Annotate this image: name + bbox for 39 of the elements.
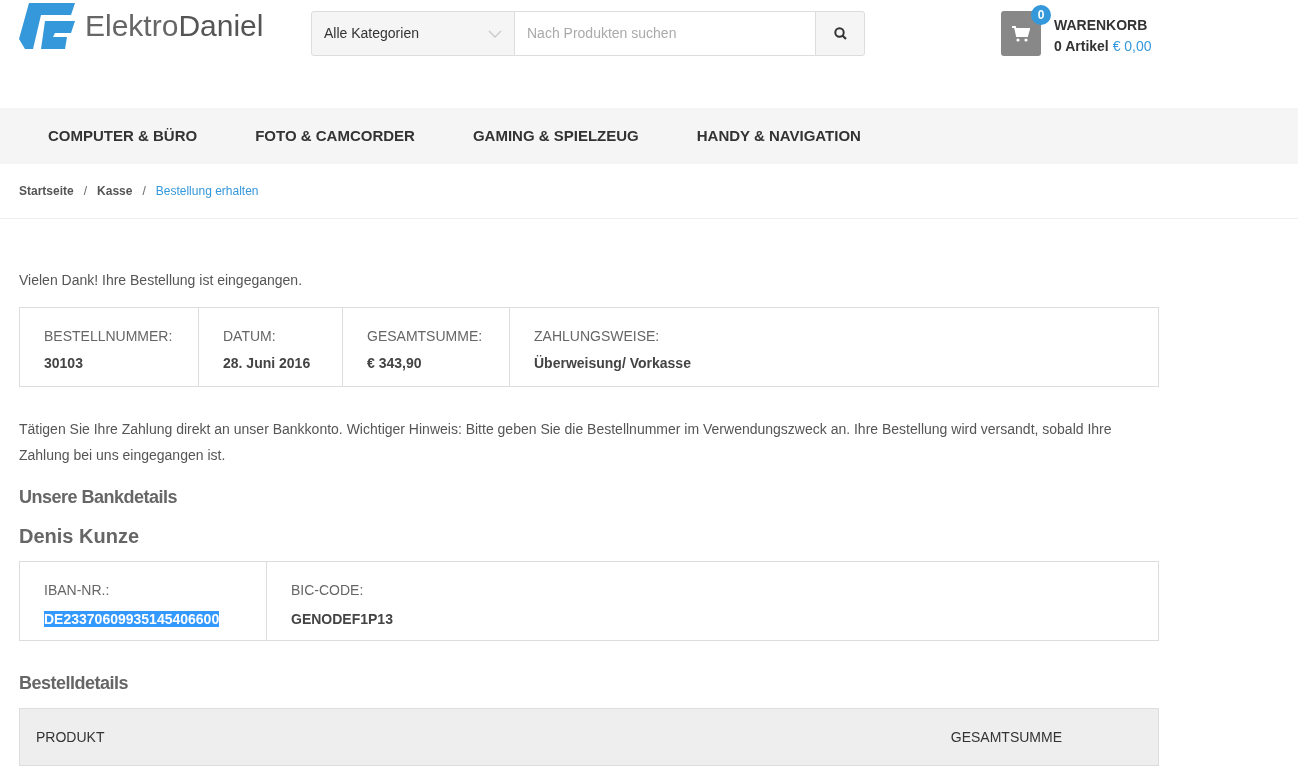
search-button[interactable] — [815, 11, 865, 56]
search-field[interactable]: Nach Produkten suchen — [515, 11, 815, 56]
cart-count-badge: 0 — [1031, 5, 1051, 25]
field-value: DE23370609935145406600 — [44, 611, 220, 627]
nav-link[interactable]: FOTO & CAMCORDER — [255, 124, 415, 148]
section-heading: Unsere Bankdetails — [19, 486, 179, 509]
field-value: Überweisung/ Vorkasse — [534, 354, 692, 373]
breadcrumb-separator: / — [83, 183, 88, 200]
field-value: 30103 — [44, 354, 84, 373]
cart-icon — [1012, 25, 1030, 42]
section-heading: Bestelldetails — [19, 672, 130, 695]
category-dropdown[interactable]: Alle Kategorien — [311, 11, 515, 56]
thanks-message: Vielen Dank! Ihre Bestellung ist eingegangen. — [19, 271, 304, 290]
field-value: GENODEF1P13 — [291, 611, 393, 627]
search-icon — [833, 27, 847, 40]
column-header: GESAMTSUMME — [950, 727, 1062, 747]
nav-link[interactable]: HANDY & NAVIGATION — [696, 124, 861, 148]
breadcrumb-separator: / — [142, 183, 146, 200]
breadcrumb-link[interactable]: Startseite — [19, 182, 74, 200]
payment-note: Tätigen Sie Ihre Zahlung direkt an unser Bankkonto. Wichtiger Hinweis: Bitte geben Sie die Bestellnummer im Verwendungszweck an. Ihre Bestellung wird versandt, sobald Ihre Zahlung bei uns eingegangen ist. — [19, 420, 1113, 465]
field-label: DATUM: — [223, 327, 277, 346]
cart-total: € 0,00 — [1112, 38, 1152, 54]
field-value: € 343,90 — [367, 354, 423, 373]
field-label: ZAHLUNGSWEISE: — [534, 327, 661, 346]
nav-link[interactable]: COMPUTER & BÜRO — [48, 124, 198, 148]
column-header: PRODUKT — [36, 727, 105, 747]
breadcrumb-link[interactable]: Kasse — [97, 182, 133, 200]
field-value: 28. Juni 2016 — [223, 354, 312, 373]
cart-title[interactable]: WARENKORB — [1054, 15, 1152, 36]
field-label: BIC-CODE: — [291, 581, 365, 600]
field-label: GESAMTSUMME: — [367, 327, 484, 346]
field-label: IBAN-NR.: — [44, 581, 111, 600]
nav-link[interactable]: GAMING & SPIELZEUG — [472, 124, 639, 148]
logo-text[interactable]: ElektroDaniel — [85, 11, 264, 41]
field-label: BESTELLNUMMER: — [44, 327, 174, 346]
cart-items: 0 Artikel — [1054, 38, 1109, 54]
account-holder: Denis Kunze — [19, 524, 141, 549]
logo-icon[interactable] — [19, 3, 75, 49]
chevron-down-icon — [488, 29, 502, 38]
